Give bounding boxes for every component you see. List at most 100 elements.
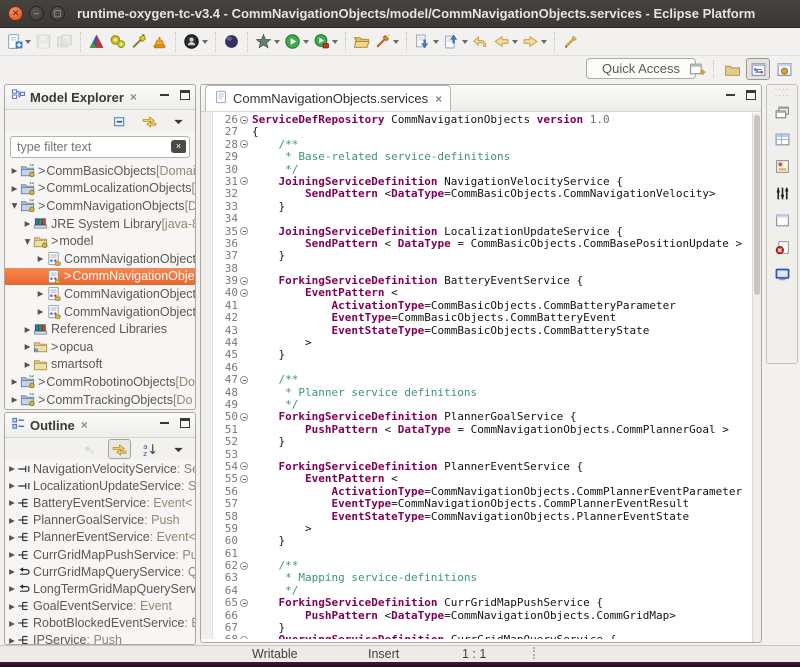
view-toolbar-view-menu-icon[interactable] [168, 439, 189, 459]
fast-view-table-view[interactable] [770, 127, 794, 151]
dropdown-arrow-icon[interactable] [462, 40, 468, 44]
tree-item-commnavigationobjects-s[interactable]: ▶CommNavigationObjects.s [5, 285, 195, 303]
fold-marker-icon[interactable] [238, 473, 252, 485]
collapsed-arrow-icon[interactable]: ▶ [9, 184, 20, 193]
tree-item-smartsoft[interactable]: ▶smartsoft [5, 356, 195, 374]
fold-marker-icon[interactable] [238, 560, 252, 572]
collapsed-arrow-icon[interactable]: ▶ [9, 377, 20, 386]
collapsed-arrow-icon[interactable]: ▶ [7, 464, 17, 473]
collapsed-arrow-icon[interactable]: ▶ [35, 289, 46, 298]
outline-item-plannereventservice[interactable]: ▶PlannerEventService: Event< [5, 529, 195, 546]
collapsed-arrow-icon[interactable]: ▶ [7, 567, 17, 576]
collapsed-arrow-icon[interactable]: ▶ [7, 619, 17, 628]
collapsed-arrow-icon[interactable]: ▶ [22, 342, 33, 351]
view-toolbar-link-editor-icon[interactable] [139, 111, 160, 131]
fast-view-blank-view[interactable] [770, 208, 794, 232]
dropdown-arrow-icon[interactable] [541, 40, 547, 44]
toolbar-highlight-icon[interactable] [372, 30, 401, 54]
dropdown-arrow-icon[interactable] [332, 40, 338, 44]
tab-editor-file[interactable]: CommNavigationObjects.services × [205, 85, 451, 111]
fold-marker-icon[interactable] [238, 275, 252, 287]
collapsed-arrow-icon[interactable]: ▶ [7, 636, 17, 645]
close-editor-icon[interactable]: × [435, 92, 442, 106]
collapsed-arrow-icon[interactable]: ▶ [7, 602, 17, 611]
perspective-resource-perspective-icon[interactable] [720, 58, 744, 80]
fast-view-filters-view[interactable] [770, 181, 794, 205]
type-filter-input[interactable] [10, 136, 190, 158]
tree-item-commrobotinoobjects[interactable]: ▶> CommRobotinoObjects [Do [5, 373, 195, 391]
toolbar-back-curved-icon[interactable] [470, 30, 491, 54]
maximize-window-icon[interactable]: ▢ [50, 6, 65, 21]
toolbar-prev-annotation-icon[interactable] [441, 30, 470, 54]
collapsed-arrow-icon[interactable]: ▶ [35, 307, 46, 316]
toolbar-build-triangle-icon[interactable] [86, 30, 107, 54]
drag-handle[interactable]: ········ [775, 87, 790, 97]
fast-view-properties-view[interactable] [770, 154, 794, 178]
toolbar-save-all-icon[interactable] [54, 30, 75, 54]
editor-scrollbar[interactable] [752, 113, 761, 642]
outline-item-ipservice[interactable]: ▶IPService: Push [5, 632, 195, 645]
dropdown-arrow-icon[interactable] [202, 40, 208, 44]
fast-view-console-view[interactable] [770, 262, 794, 286]
view-toolbar-collapse-dots-icon[interactable] [79, 439, 100, 459]
tab-model-explorer[interactable]: Model Explorer × [11, 88, 137, 106]
dropdown-arrow-icon[interactable] [512, 40, 518, 44]
tree-item-commnavigationobjects-l[interactable]: ▶CommNavigationObjects.l [5, 303, 195, 321]
fold-marker-icon[interactable] [238, 461, 252, 473]
toolbar-run-icon[interactable] [282, 30, 311, 54]
outline-item-batteryeventservice[interactable]: ▶BatteryEventService: Event< [5, 494, 195, 511]
fold-marker-icon[interactable] [238, 226, 252, 238]
collapsed-arrow-icon[interactable]: ▶ [7, 584, 17, 593]
collapsed-arrow-icon[interactable]: ▶ [7, 498, 17, 507]
dropdown-arrow-icon[interactable] [393, 40, 399, 44]
outline-item-currgridmappushservice[interactable]: ▶CurrGridMapPushService: Pu [5, 546, 195, 563]
view-toolbar-collapse-all-icon[interactable] [110, 111, 131, 131]
view-toolbar-view-menu-icon[interactable] [168, 111, 189, 131]
collapsed-arrow-icon[interactable]: ▶ [7, 481, 17, 490]
tree-item-referenced-libraries[interactable]: ▶Referenced Libraries [5, 320, 195, 338]
fold-marker-icon[interactable] [238, 114, 252, 126]
tree-item-commnavigationobjects[interactable]: ▼> CommNavigationObjects [D [5, 197, 195, 215]
minimize-window-icon[interactable]: – [29, 6, 44, 21]
perspective-open-perspective-icon[interactable] [685, 58, 709, 80]
toolbar-user-icon[interactable] [181, 30, 210, 54]
fold-marker-icon[interactable] [238, 176, 252, 188]
toolbar-new-wizard-icon[interactable] [4, 30, 33, 54]
outline-item-longtermgridmapqueryserv[interactable]: ▶LongTermGridMapQueryServ [5, 580, 195, 597]
close-view-icon[interactable]: × [130, 90, 137, 104]
fold-marker-icon[interactable] [238, 139, 252, 151]
tree-item-commbasicobjects[interactable]: ▶> CommBasicObjects [Domai [5, 162, 195, 180]
collapsed-arrow-icon[interactable]: ▶ [35, 254, 46, 263]
minimize-view-icon[interactable] [160, 90, 170, 100]
dropdown-arrow-icon[interactable] [433, 40, 439, 44]
toolbar-deploy-icon[interactable] [149, 30, 170, 54]
maximize-view-icon[interactable] [180, 418, 190, 428]
perspective-modeling-perspective-icon[interactable] [746, 58, 770, 80]
tab-outline[interactable]: Outline × [11, 416, 88, 434]
tree-item-commtrackingobjects[interactable]: ▶> CommTrackingObjects [Do [5, 391, 195, 409]
outline-item-navigationvelocityservice[interactable]: ▶NavigationVelocityService: Se [5, 460, 195, 477]
maximize-view-icon[interactable] [180, 90, 190, 100]
quick-access-button[interactable]: Quick Access [586, 58, 696, 79]
tree-item-model[interactable]: ▼> model [5, 232, 195, 250]
tree-item-commlocalizationobjects[interactable]: ▶> CommLocalizationObjects [ [5, 180, 195, 198]
close-window-icon[interactable]: ✕ [8, 6, 23, 21]
view-toolbar-sort-icon[interactable]: az [139, 439, 160, 459]
tree-item-opcua[interactable]: ▶?> opcua [5, 338, 195, 356]
collapsed-arrow-icon[interactable]: ▶ [22, 219, 33, 228]
outline-item-plannergoalservice[interactable]: ▶PlannerGoalService: Push [5, 512, 195, 529]
minimize-view-icon[interactable] [160, 418, 170, 428]
fast-view-restore-views[interactable] [770, 100, 794, 124]
collapsed-arrow-icon[interactable]: ▶ [7, 516, 17, 525]
view-toolbar-link-editor-icon[interactable] [108, 439, 131, 459]
dropdown-arrow-icon[interactable] [25, 40, 31, 44]
minimize-editor-icon[interactable] [726, 90, 736, 100]
toolbar-generate-code-icon[interactable] [107, 30, 128, 54]
collapsed-arrow-icon[interactable]: ▶ [7, 550, 17, 559]
toolbar-external-tools-icon[interactable] [311, 30, 340, 54]
tree-item-jre-system-library[interactable]: ▶JRE System Library [java-8-o [5, 215, 195, 233]
fast-view-error-log-view[interactable] [770, 235, 794, 259]
outline-item-localizationupdateservice[interactable]: ▶LocalizationUpdateService: S [5, 477, 195, 494]
collapsed-arrow-icon[interactable]: ▶ [9, 395, 20, 404]
maximize-editor-icon[interactable] [746, 90, 756, 100]
